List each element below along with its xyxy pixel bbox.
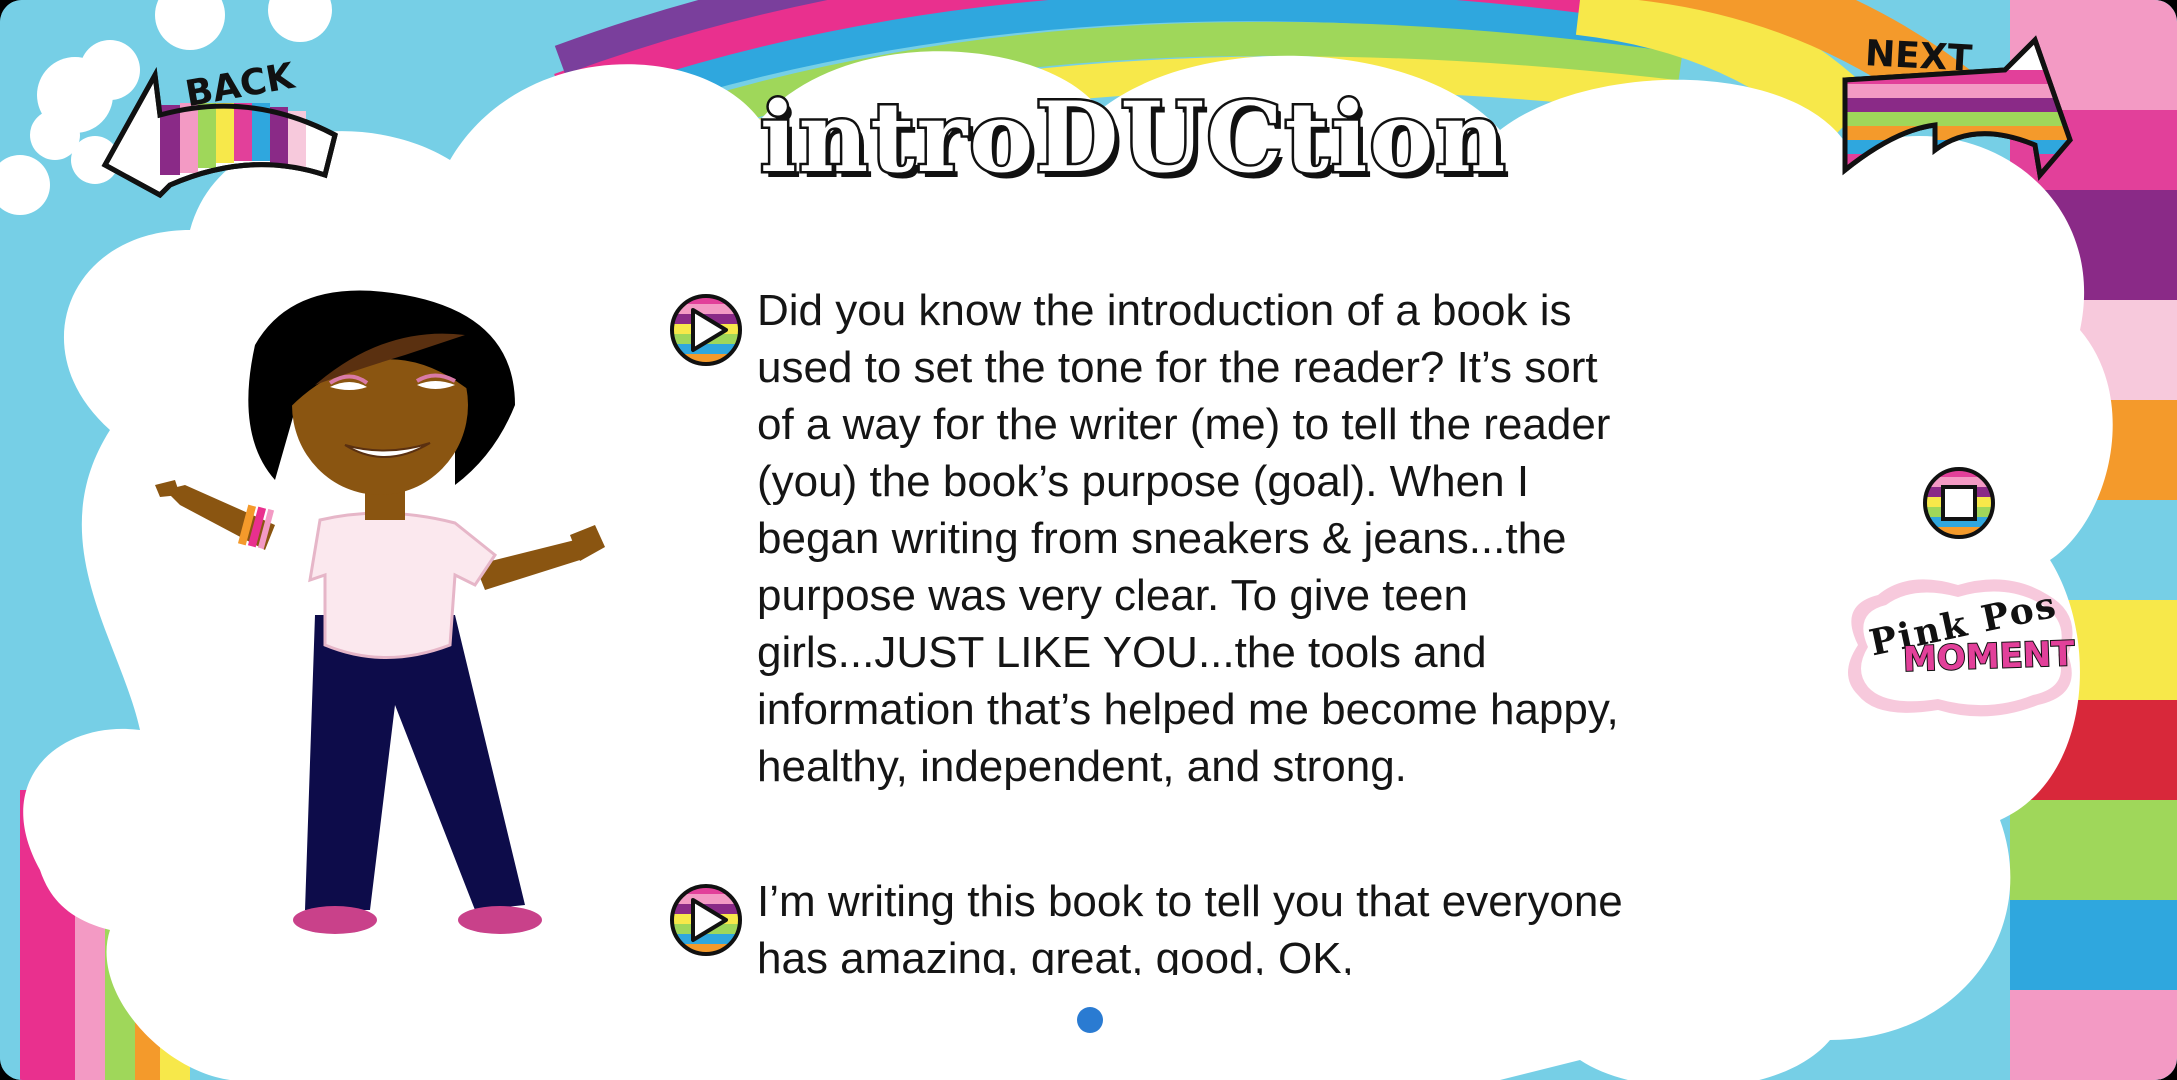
play-audio-button-1[interactable] — [668, 292, 744, 368]
stop-audio-button[interactable] — [1921, 465, 1997, 541]
intro-paragraph-2: I’m writing this book to tell you that e… — [757, 877, 1623, 975]
stop-icon — [1923, 467, 1995, 539]
intro-paragraph-1: Did you know the introduction of a book … — [757, 286, 1619, 791]
play-icon — [670, 884, 742, 956]
next-label: NEXT — [1864, 33, 1974, 80]
page-indicator-dot — [1077, 1007, 1103, 1033]
character-illustration — [155, 290, 605, 934]
back-button[interactable]: BACK — [100, 55, 340, 205]
play-icon — [670, 294, 742, 366]
play-audio-button-2[interactable] — [668, 882, 744, 958]
page-title: introDUCtion — [758, 81, 1508, 194]
next-button[interactable]: NEXT — [1835, 30, 2075, 185]
book-page: introDUCtion BACK NEXT Did you know the … — [0, 0, 2177, 1080]
pink-pos-moment-button[interactable]: Pink Pos MOMENT — [1838, 575, 2083, 725]
moment-label: MOMENT — [1901, 633, 2076, 681]
